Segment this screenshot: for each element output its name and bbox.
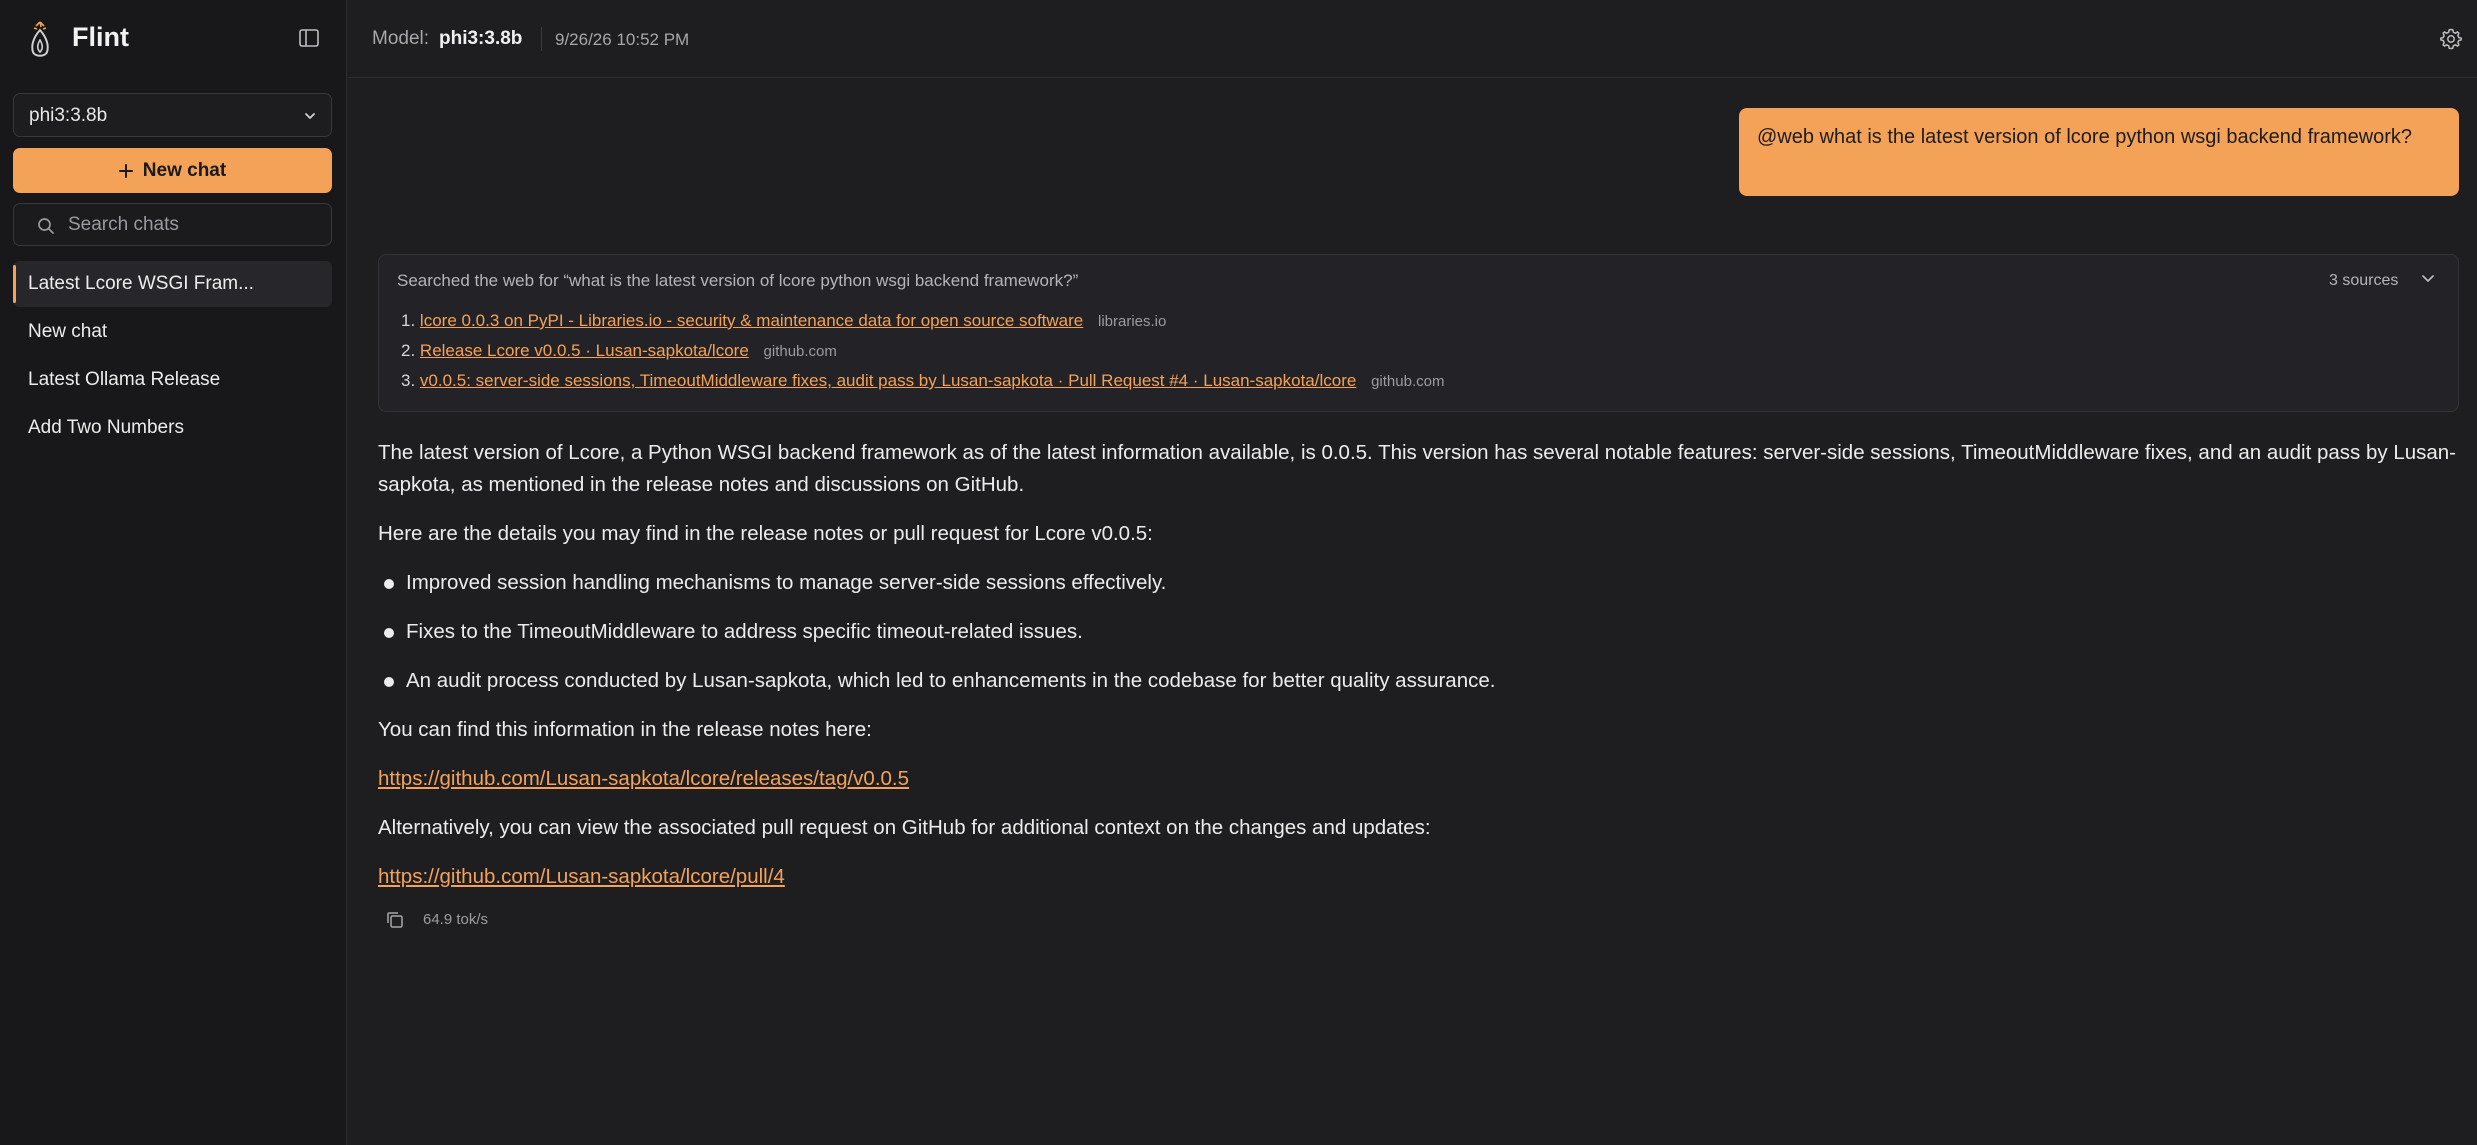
model-select[interactable]: phi3:3.8b: [13, 93, 332, 137]
new-chat-label: New chat: [142, 159, 227, 181]
conversation-date: 9/26/26 10:52 PM: [555, 30, 690, 49]
app-name: Flint: [72, 22, 129, 52]
source-item: 1. lcore 0.0.3 on PyPI - Libraries.io - …: [401, 311, 1166, 335]
source-domain: libraries.io: [1098, 313, 1167, 330]
bullet-marker: [384, 579, 394, 589]
chat-item-label: Latest Ollama Release: [28, 369, 221, 390]
source-domain: github.com: [763, 343, 837, 360]
source-domain: github.com: [1371, 373, 1445, 390]
user-message-bubble: @web what is the latest version of lcore…: [1739, 108, 2459, 196]
chat-item-label: Latest Lcore WSGI Fram...: [28, 273, 254, 294]
answer-bullet-item: Fixes to the TimeoutMiddleware to addres…: [406, 620, 1083, 643]
answer-paragraph: You can find this information in the rel…: [378, 718, 872, 741]
sidebar-toggle-icon[interactable]: [298, 27, 320, 49]
chat-list: Latest Lcore WSGI Fram... New chat Lates…: [13, 261, 332, 453]
answer-bullet-item: An audit process conducted by Lusan-sapk…: [406, 669, 1496, 692]
chat-item-add-two-numbers[interactable]: Add Two Numbers: [13, 405, 332, 451]
search-box: [13, 203, 332, 246]
new-chat-button[interactable]: New chat: [13, 148, 332, 193]
copy-icon[interactable]: [385, 910, 405, 930]
chevron-down-icon: [305, 113, 315, 119]
source-number: 1.: [401, 311, 416, 330]
chevron-down-icon[interactable]: [2419, 269, 2437, 287]
pull-request-link: https://github.com/Lusan-sapkota/lcore/p…: [378, 861, 785, 893]
source-link[interactable]: v0.0.5: server-side sessions, TimeoutMid…: [420, 371, 1356, 390]
answer-paragraph: Here are the details you may find in the…: [378, 522, 1153, 545]
source-number: 2.: [401, 341, 416, 360]
sources-query-text: Searched the web for “what is the latest…: [397, 271, 1079, 290]
model-select-value: phi3:3.8b: [29, 105, 108, 126]
source-item: 3. v0.0.5: server-side sessions, Timeout…: [401, 371, 1444, 395]
release-notes-url[interactable]: https://github.com/Lusan-sapkota/lcore/r…: [378, 767, 909, 790]
gear-icon[interactable]: [2439, 27, 2463, 51]
source-number: 3.: [401, 371, 416, 390]
release-notes-link: https://github.com/Lusan-sapkota/lcore/r…: [378, 763, 909, 795]
plus-icon: [118, 163, 133, 178]
chat-item-new-chat[interactable]: New chat: [13, 309, 332, 355]
pull-request-url[interactable]: https://github.com/Lusan-sapkota/lcore/p…: [378, 865, 785, 888]
chat-item-latest-ollama[interactable]: Latest Ollama Release: [13, 357, 332, 403]
source-link[interactable]: Release Lcore v0.0.5 · Lusan-sapkota/lco…: [420, 341, 749, 360]
web-sources-panel: Searched the web for “what is the latest…: [378, 254, 2459, 412]
bullet-marker: [384, 677, 394, 687]
bullet-marker: [384, 628, 394, 638]
brand: Flint: [0, 0, 347, 78]
sources-count: 3 sources: [2329, 272, 2399, 289]
answer-bullet-item: Improved session handling mechanisms to …: [406, 571, 1167, 594]
user-message-text: @web what is the latest version of lcore…: [1757, 126, 2413, 148]
header-divider: [541, 27, 542, 51]
search-chats-input[interactable]: [68, 212, 318, 238]
chat-item-label: Add Two Numbers: [28, 417, 184, 438]
tokens-per-second: 64.9 tok/s: [423, 911, 489, 928]
model-label: Model:: [372, 28, 430, 49]
chat-item-label: New chat: [28, 321, 108, 342]
source-item: 2. Release Lcore v0.0.5 · Lusan-sapkota/…: [401, 341, 837, 365]
model-name: phi3:3.8b: [439, 28, 523, 49]
flint-logo-icon: [31, 21, 49, 57]
search-icon: [38, 218, 54, 234]
top-header: Model: phi3:3.8b 9/26/26 10:52 PM: [348, 0, 2477, 78]
sidebar: Flint phi3:3.8b New chat Latest Lcore WS…: [0, 0, 347, 1145]
chat-item-latest-lcore[interactable]: Latest Lcore WSGI Fram...: [13, 261, 332, 307]
answer-paragraph: Alternatively, you can view the associat…: [378, 816, 1431, 839]
answer-paragraph: The latest version of Lcore, a Python WS…: [378, 441, 2456, 496]
source-link[interactable]: lcore 0.0.3 on PyPI - Libraries.io - sec…: [420, 311, 1083, 330]
